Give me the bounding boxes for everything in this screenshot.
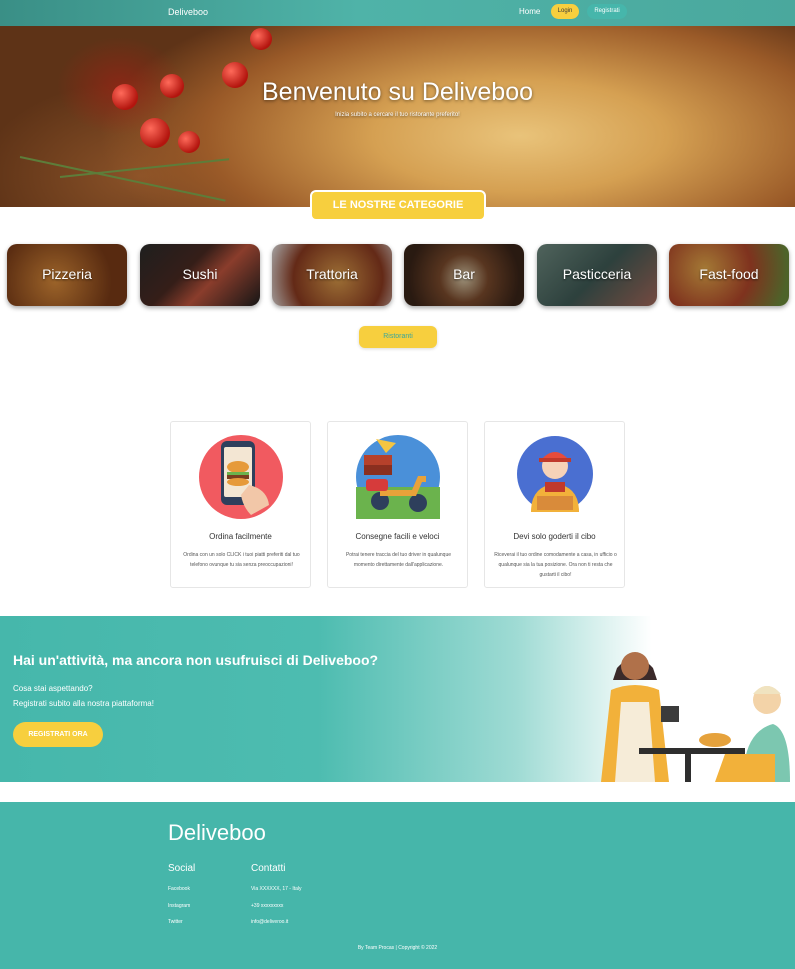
contact-address: Via XXXXXX, 17 - Italy <box>251 886 302 892</box>
footer: Deliveboo Social Contatti Facebook Insta… <box>0 802 795 969</box>
category-label: Trattoria <box>306 266 358 282</box>
category-card-trattoria[interactable]: Trattoria <box>272 244 392 306</box>
phone-burger-icon <box>199 435 283 519</box>
hero-tomato <box>250 28 272 50</box>
footer-social-title: Social <box>168 863 196 874</box>
category-label: Pizzeria <box>42 266 92 282</box>
category-card-pizzeria[interactable]: Pizzeria <box>7 244 127 306</box>
restaurants-button[interactable]: Ristoranti <box>359 326 437 348</box>
hero-tomato <box>140 118 170 148</box>
feature-title: Ordina facilmente <box>209 532 272 541</box>
hero-herb <box>59 158 230 178</box>
register-now-button[interactable]: REGISTRATI ORA <box>13 722 103 747</box>
instagram-link[interactable]: Instagram <box>168 903 190 909</box>
feature-card-enjoy: Devi solo goderti il cibo Riceverai il t… <box>484 421 625 588</box>
category-label: Bar <box>453 266 475 282</box>
category-label: Pasticceria <box>562 266 632 282</box>
footer-contacts-title: Contatti <box>251 863 286 874</box>
cta-title: Hai un'attività, ma ancora non usufruisc… <box>13 652 379 668</box>
cta-line-2: Registrati subito alla nostra piattaform… <box>13 699 154 708</box>
facebook-link[interactable]: Facebook <box>168 886 190 892</box>
hero-tomato <box>178 131 200 153</box>
category-label: Sushi <box>182 266 218 282</box>
category-card-pasticceria[interactable]: Pasticceria <box>537 244 657 306</box>
navbar: Deliveboo Home Login Registrati <box>0 0 795 26</box>
delivery-person-icon <box>517 436 593 512</box>
business-cta-banner: Hai un'attività, ma ancora non usufruisc… <box>0 616 795 782</box>
contact-phone: +39 xxxxxxxxx <box>251 903 284 909</box>
categories-title: LE NOSTRE CATEGORIE <box>310 190 486 221</box>
nav-home-link[interactable]: Home <box>519 7 540 16</box>
feature-text: Riceverai il tuo ordine comodamente a ca… <box>494 552 617 578</box>
hero-banner: Benvenuto su Deliveboo Inizia subito a c… <box>0 26 795 207</box>
category-card-bar[interactable]: Bar <box>404 244 524 306</box>
category-card-sushi[interactable]: Sushi <box>140 244 260 306</box>
contact-email[interactable]: info@deliveroo.it <box>251 919 288 925</box>
feature-title: Consegne facili e veloci <box>355 532 440 541</box>
feature-text: Ordina con un solo CLICK i tuoi piatti p… <box>183 552 300 568</box>
feature-title: Devi solo goderti il cibo <box>513 532 596 541</box>
footer-brand: Deliveboo <box>168 820 266 845</box>
register-button[interactable]: Registrati <box>587 4 627 19</box>
login-button[interactable]: Login <box>551 4 579 19</box>
cta-line-1: Cosa stai aspettando? <box>13 684 93 693</box>
delivery-scooter-icon <box>356 435 440 519</box>
category-label: Fast-food <box>699 266 759 282</box>
cafe-illustration-icon <box>601 652 790 782</box>
copyright-text: By Team Procas | Copyright © 2022 <box>357 945 438 951</box>
hero-title: Benvenuto su Deliveboo <box>261 78 534 106</box>
category-card-fast-food[interactable]: Fast-food <box>669 244 789 306</box>
feature-card-order: Ordina facilmente Ordina con un solo CLI… <box>170 421 311 588</box>
twitter-link[interactable]: Twitter <box>168 919 183 925</box>
feature-text: Potrai tenere traccia del tuo driver in … <box>345 552 452 568</box>
hero-subtitle: Inizia subito a cercare il tuo ristorant… <box>335 112 460 118</box>
feature-card-delivery: Consegne facili e veloci Potrai tenere t… <box>327 421 468 588</box>
navbar-brand[interactable]: Deliveboo <box>168 7 208 17</box>
